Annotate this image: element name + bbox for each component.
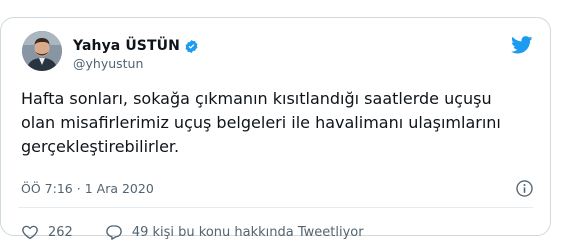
tweet-timestamp[interactable]: ÖÖ 7:16 · 1 Ara 2020 — [21, 181, 154, 196]
tweet-line: olan misafirlerimiz uçuş belgeleri ile h… — [21, 113, 501, 132]
tweet-card[interactable]: Yahya ÜSTÜN @yhyustun Hafta sonları, sok… — [0, 17, 551, 240]
tweet-text: Hafta sonları, sokağa çıkmanın kısıtland… — [21, 87, 536, 159]
verified-badge-icon — [185, 39, 198, 53]
speech-bubble-icon — [106, 225, 122, 240]
conversation-label[interactable]: 49 kişi bu konu hakkında Tweetliyor — [132, 225, 364, 240]
timestamp-separator: · — [76, 181, 81, 196]
user-handle[interactable]: @yhyustun — [73, 56, 143, 71]
like-button[interactable]: 262 — [21, 223, 73, 241]
tweet-date[interactable]: 1 Ara 2020 — [85, 181, 154, 196]
tweet-time[interactable]: ÖÖ 7:16 — [21, 181, 73, 196]
conversation-button[interactable]: 49 kişi bu konu hakkında Tweetliyor — [105, 223, 364, 241]
avatar[interactable] — [22, 31, 62, 71]
tweet-actions: 262 49 kişi bu konu hakkında Tweetliyor — [21, 223, 364, 241]
display-name[interactable]: Yahya ÜSTÜN — [73, 38, 180, 54]
divider — [18, 207, 533, 208]
avatar-photo — [22, 31, 62, 71]
tweet-line: Hafta sonları, sokağa çıkmanın kısıtland… — [21, 89, 492, 108]
info-icon[interactable] — [515, 179, 534, 198]
tweet-line: gerçekleştirebilirler. — [21, 137, 180, 156]
twitter-bird-icon[interactable] — [511, 36, 533, 54]
heart-icon — [22, 225, 38, 240]
likes-count[interactable]: 262 — [48, 225, 73, 240]
